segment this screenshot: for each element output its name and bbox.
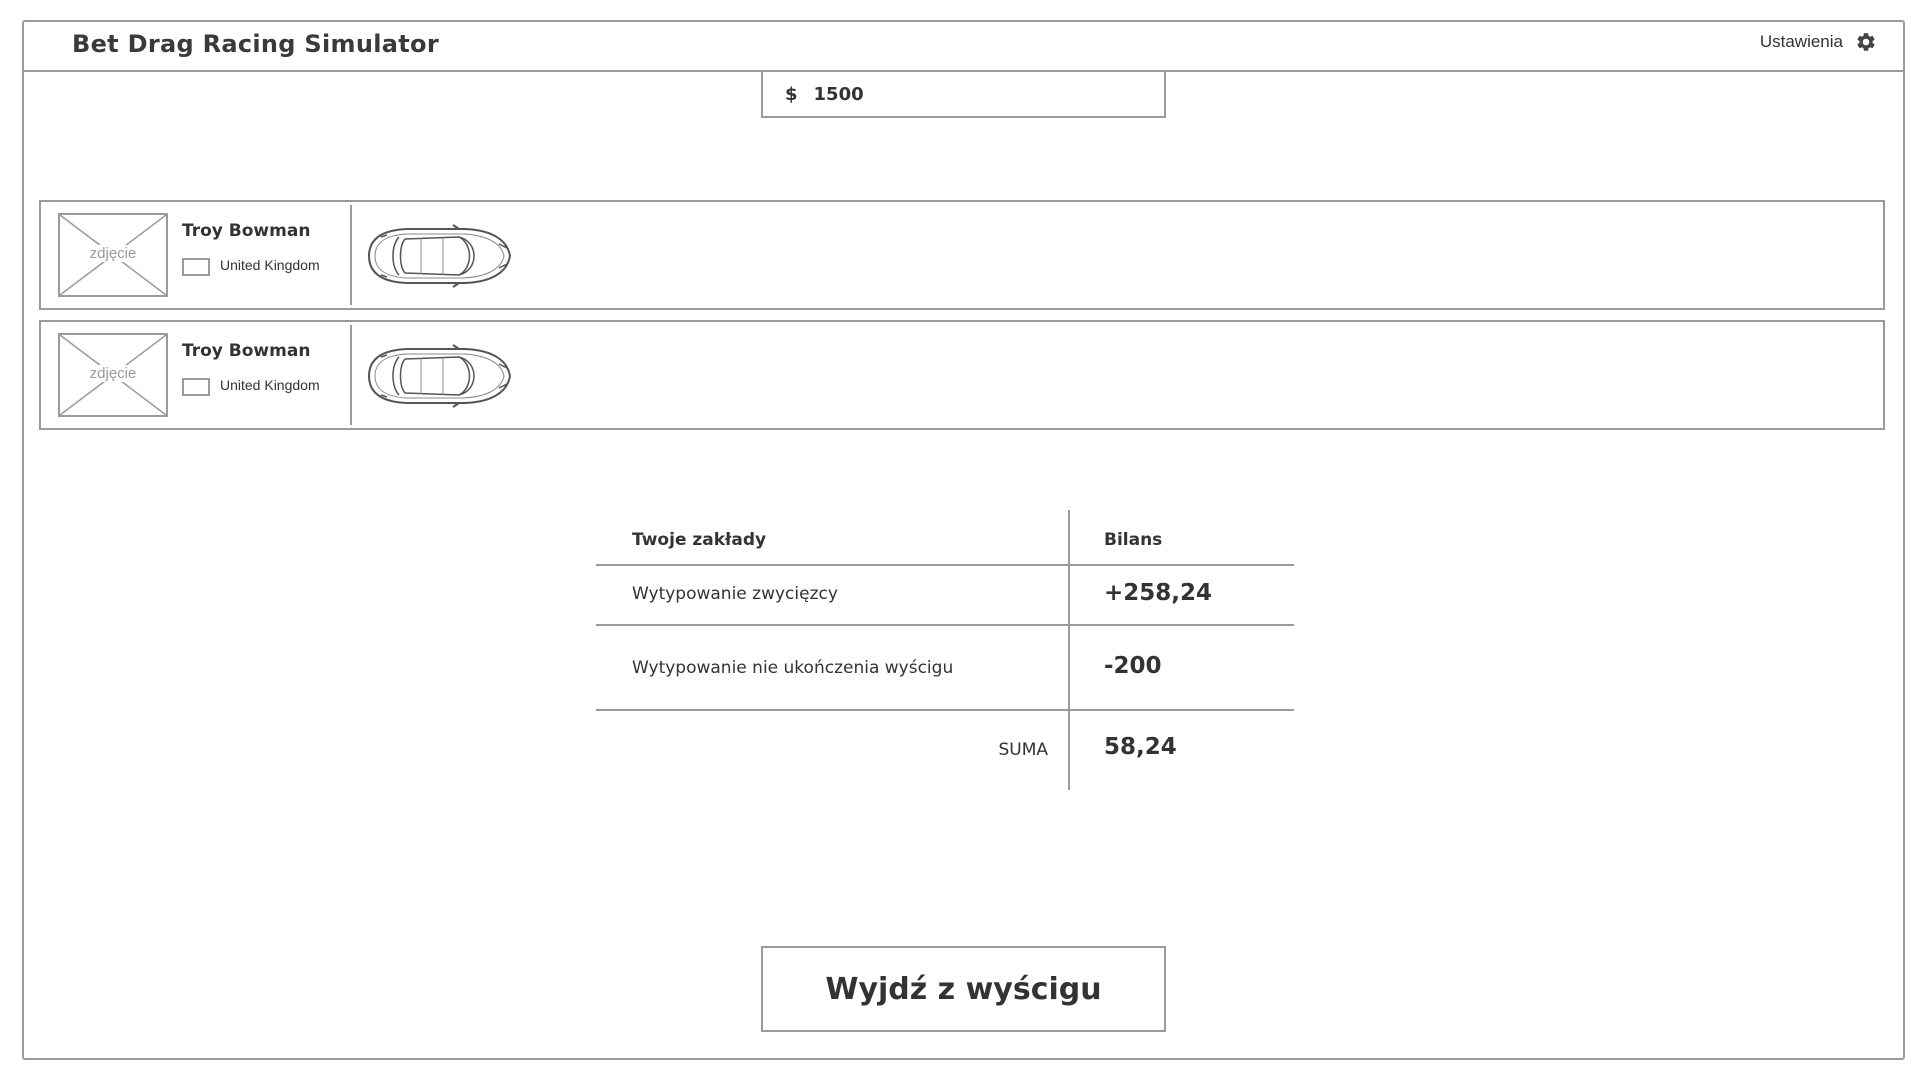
bets-table: Twoje zakłady Bilans Wytypowanie zwycięz…	[596, 510, 1294, 790]
total-value: 58,24	[1104, 734, 1177, 760]
racer-photo: zdjęcie	[58, 333, 168, 417]
total-label: SUMA	[998, 740, 1048, 760]
photo-placeholder-label: zdjęcie	[87, 365, 139, 382]
flag-icon	[182, 258, 210, 276]
top-bar: Bet Drag Racing Simulator Ustawienia	[22, 20, 1905, 72]
app-title: Bet Drag Racing Simulator	[72, 30, 439, 58]
racer-country: United Kingdom	[220, 257, 320, 273]
gear-icon	[1855, 31, 1877, 53]
racer-name: Troy Bowman	[182, 221, 311, 241]
bet-label: Wytypowanie zwycięzcy	[632, 584, 838, 604]
bet-value: -200	[1104, 653, 1162, 679]
car-icon	[361, 222, 513, 294]
settings-button[interactable]: Ustawienia	[1760, 31, 1877, 53]
header-balance: Bilans	[1104, 530, 1163, 550]
divider	[350, 205, 352, 305]
exit-race-button[interactable]: Wyjdź z wyścigu	[761, 946, 1166, 1032]
photo-placeholder-label: zdjęcie	[87, 245, 139, 262]
header-bets: Twoje zakłady	[632, 530, 767, 550]
bet-value: +258,24	[1104, 580, 1213, 606]
racer-photo: zdjęcie	[58, 213, 168, 297]
table-row-divider	[596, 709, 1294, 711]
currency-symbol: $	[785, 83, 798, 105]
table-column-divider	[1068, 510, 1070, 790]
balance-amount: 1500	[813, 83, 864, 105]
divider	[350, 325, 352, 425]
car-icon	[361, 342, 513, 414]
bet-label: Wytypowanie nie ukończenia wyścigu	[632, 658, 954, 678]
flag-icon	[182, 378, 210, 396]
balance-display: $ 1500	[761, 70, 1166, 118]
table-row-divider	[596, 624, 1294, 626]
racer-row: zdjęcie Troy Bowman United Kingdom	[39, 200, 1885, 310]
racer-name: Troy Bowman	[182, 341, 311, 361]
racer-row: zdjęcie Troy Bowman United Kingdom	[39, 320, 1885, 430]
settings-label: Ustawienia	[1759, 32, 1843, 51]
racer-country: United Kingdom	[220, 377, 320, 393]
table-header-divider	[596, 564, 1294, 566]
